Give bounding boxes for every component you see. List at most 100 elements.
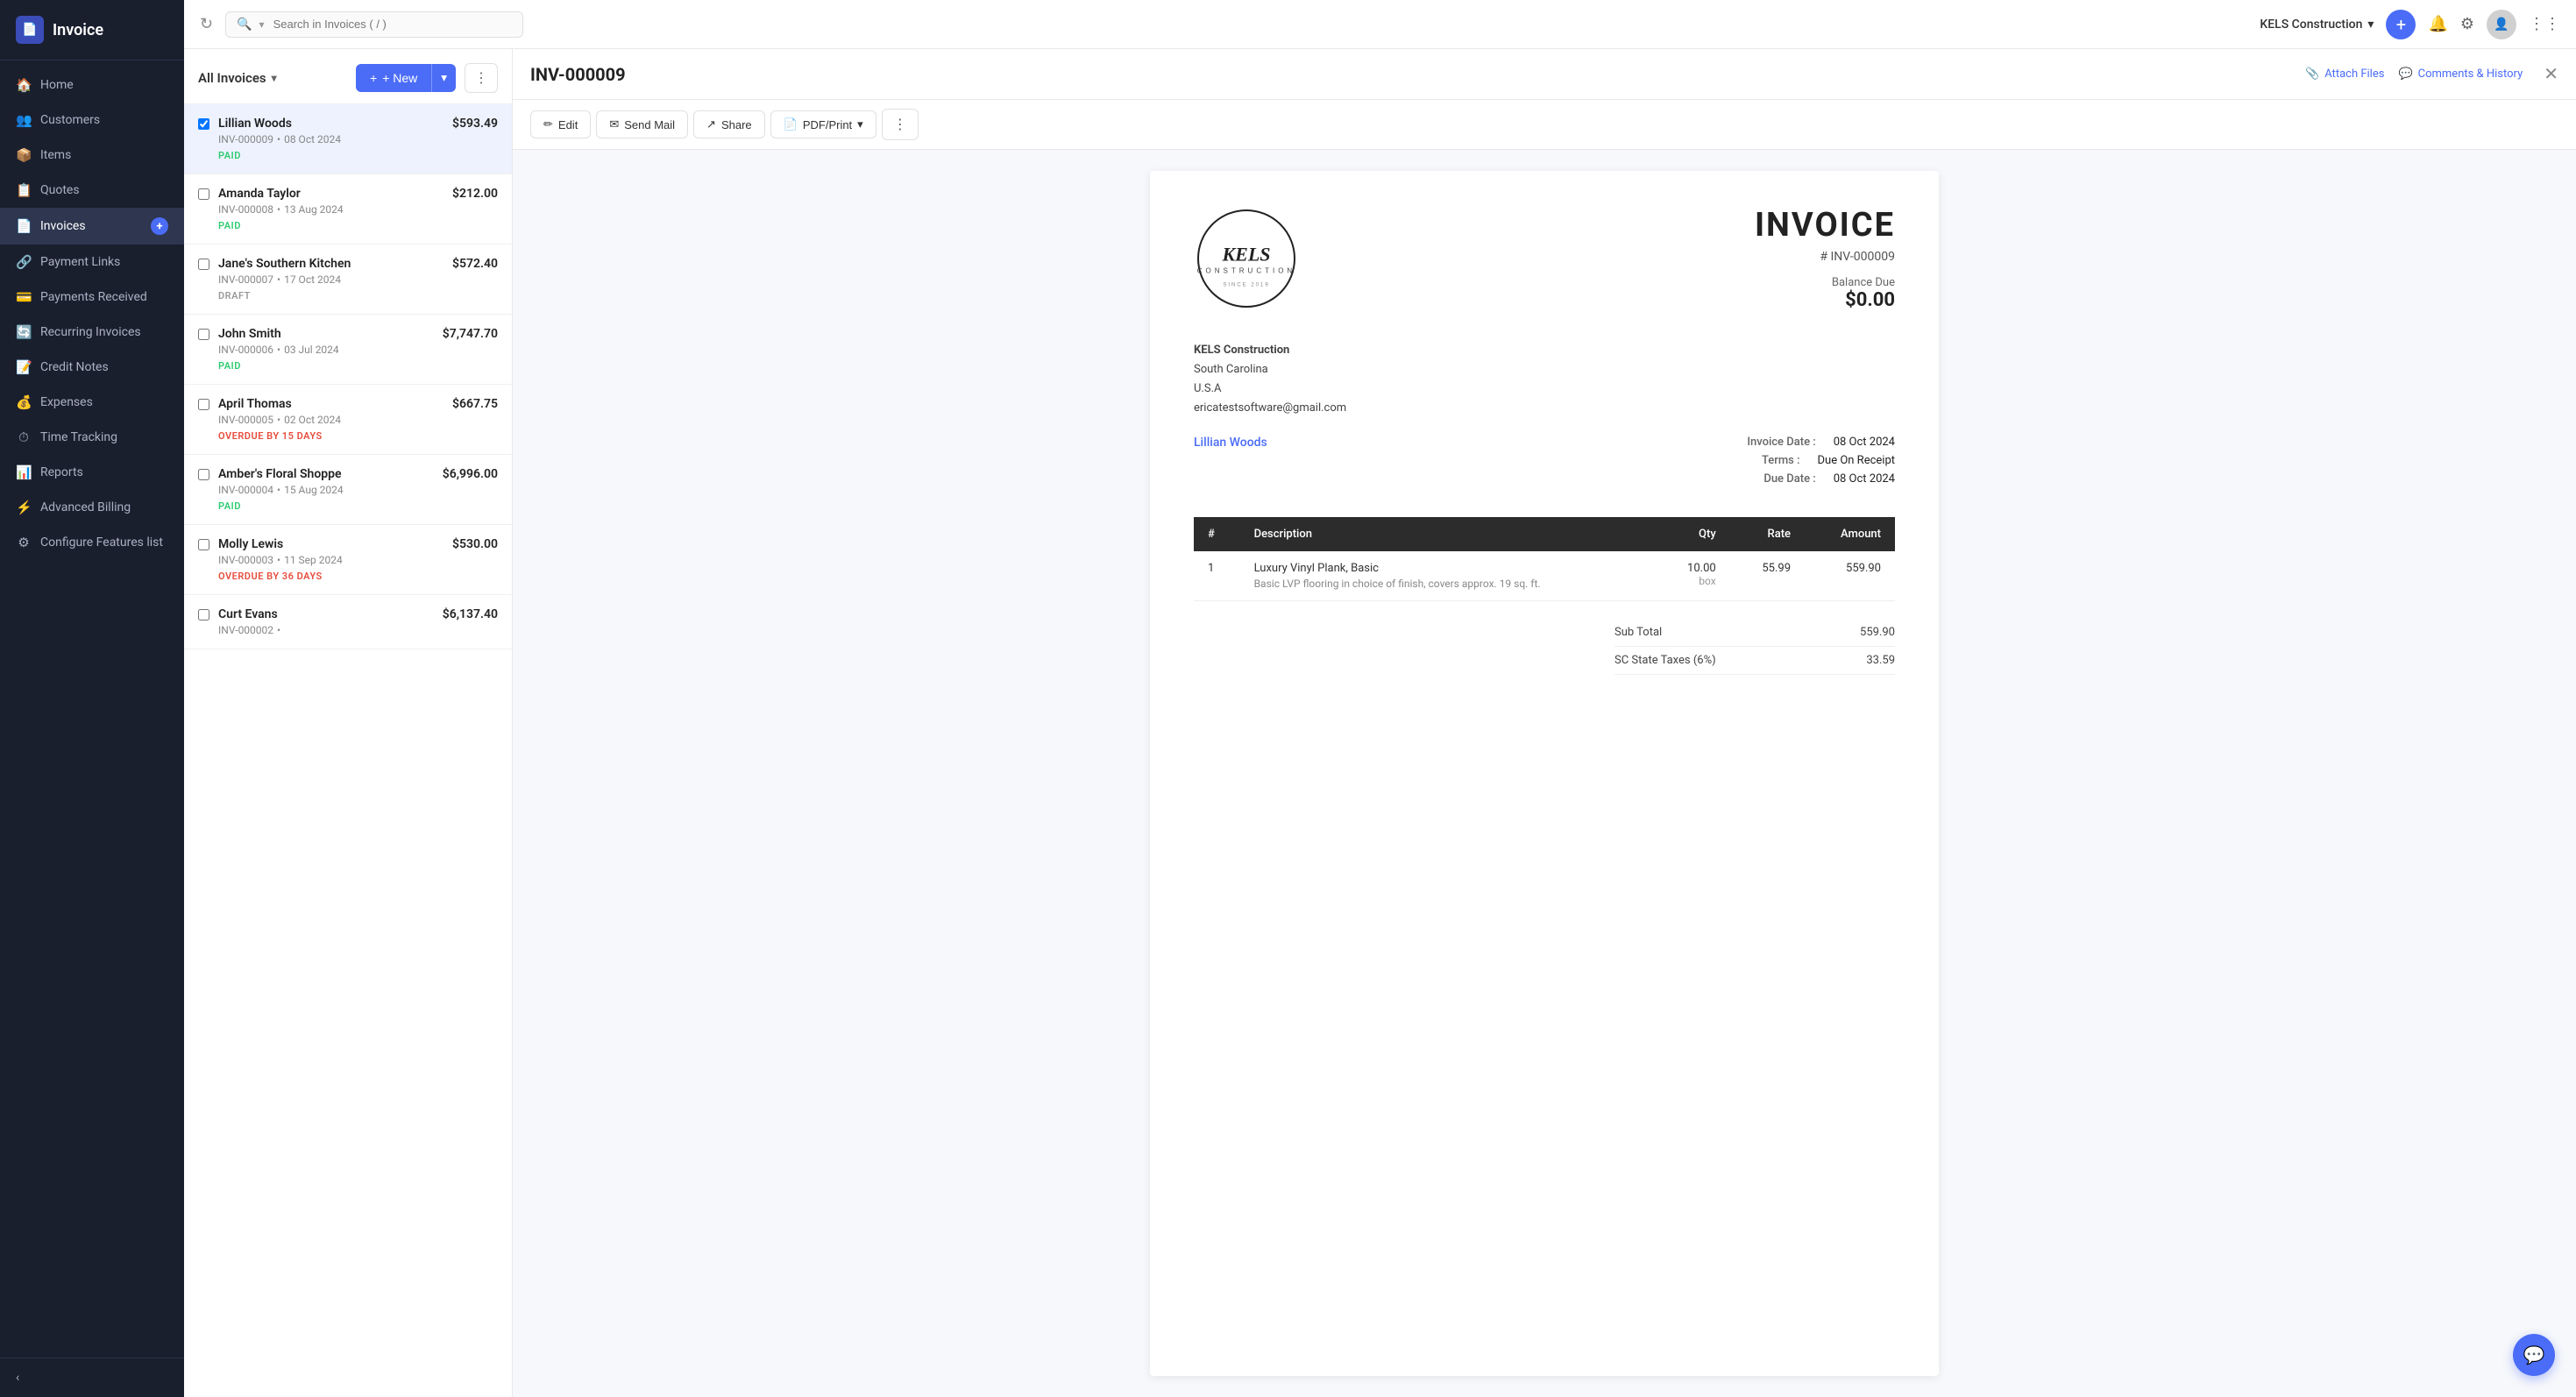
sidebar-icon-recurring-invoices: 🔄 — [16, 324, 32, 340]
invoice-date-value: 08 Oct 2024 — [1834, 436, 1895, 449]
edit-label: Edit — [558, 118, 578, 131]
filter-selector[interactable]: All Invoices ▾ — [198, 70, 277, 86]
share-btn[interactable]: ↗ Share — [693, 110, 765, 138]
customer-link[interactable]: Lillian Woods — [1194, 436, 1267, 450]
edit-btn[interactable]: ✏ Edit — [530, 110, 591, 138]
from-state: South Carolina — [1194, 360, 1895, 379]
svg-text:CONSTRUCTION: CONSTRUCTION — [1197, 267, 1295, 275]
sidebar-item-advanced-billing[interactable]: ⚡ Advanced Billing — [0, 490, 184, 525]
share-label: Share — [721, 118, 752, 131]
toolbar-more-btn[interactable]: ⋮ — [882, 109, 919, 140]
sidebar-item-recurring-invoices[interactable]: 🔄 Recurring Invoices — [0, 315, 184, 350]
item-description: Luxury Vinyl Plank, Basic Basic LVP floo… — [1240, 551, 1656, 601]
pdf-print-label: PDF/Print — [803, 118, 852, 131]
chat-btn[interactable]: 💬 — [2513, 1334, 2555, 1376]
doc-from: KELS Construction South Carolina U.S.A e… — [1194, 341, 1895, 418]
settings-icon[interactable]: ⚙ — [2460, 15, 2474, 33]
invoice-checkbox[interactable] — [198, 609, 209, 620]
search-icon: 🔍 — [237, 18, 252, 32]
search-bar[interactable]: 🔍 ▾ — [225, 11, 523, 38]
search-filter-icon[interactable]: ▾ — [259, 18, 265, 31]
sidebar-item-reports[interactable]: 📊 Reports — [0, 455, 184, 490]
invoice-amount: $7,747.70 — [443, 327, 498, 341]
sidebar-icon-home: 🏠 — [16, 77, 32, 93]
balance-due-label: Balance Due — [1755, 276, 1895, 289]
invoice-list-item[interactable]: April Thomas INV-000005•02 Oct 2024 OVER… — [184, 385, 512, 455]
svg-text:KELS: KELS — [1221, 244, 1270, 266]
svg-text:SINCE 2019: SINCE 2019 — [1223, 283, 1269, 288]
detail-close-btn[interactable]: ✕ — [2544, 63, 2558, 85]
invoice-list-item[interactable]: John Smith INV-000006•03 Jul 2024 PAID $… — [184, 315, 512, 385]
add-invoice-btn[interactable]: + — [151, 217, 168, 235]
terms-row: Terms : Due On Receipt — [1747, 454, 1895, 467]
new-invoice-dropdown-btn[interactable]: ▾ — [431, 64, 456, 92]
refresh-icon[interactable]: ↻ — [200, 15, 213, 33]
sidebar-item-time-tracking[interactable]: ⏱ Time Tracking — [0, 420, 184, 455]
invoice-checkbox[interactable] — [198, 329, 209, 340]
user-avatar[interactable]: 👤 — [2487, 10, 2516, 39]
new-invoice-main-btn[interactable]: + + New — [356, 64, 431, 92]
sidebar-label-items: Items — [40, 148, 71, 162]
invoice-status: PAID — [218, 360, 434, 372]
invoice-meta: INV-000009•08 Oct 2024 — [218, 133, 444, 145]
pdf-print-btn[interactable]: 📄 PDF/Print ▾ — [770, 110, 876, 138]
sidebar-collapse-btn[interactable]: ‹ — [0, 1358, 184, 1397]
invoice-checkbox[interactable] — [198, 469, 209, 480]
create-new-btn[interactable]: + — [2386, 10, 2416, 39]
detail-header-actions: 📎 Attach Files 💬 Comments & History ✕ — [2305, 63, 2558, 85]
sidebar-item-invoices[interactable]: 📄 Invoices + — [0, 208, 184, 245]
invoice-customer: Jane's Southern Kitchen — [218, 257, 444, 271]
paperclip-icon: 📎 — [2305, 67, 2319, 81]
invoice-checkbox[interactable] — [198, 188, 209, 200]
mail-icon: ✉ — [609, 117, 619, 131]
sidebar-item-payments-received[interactable]: 💳 Payments Received — [0, 280, 184, 315]
grid-menu-icon[interactable]: ⋮⋮ — [2529, 15, 2560, 33]
bell-icon[interactable]: 🔔 — [2428, 15, 2447, 33]
sidebar-item-expenses[interactable]: 💰 Expenses — [0, 385, 184, 420]
invoice-amount: $6,137.40 — [443, 607, 498, 621]
invoice-checkbox[interactable] — [198, 118, 209, 130]
send-mail-btn[interactable]: ✉ Send Mail — [596, 110, 688, 138]
sidebar-item-credit-notes[interactable]: 📝 Credit Notes — [0, 350, 184, 385]
sidebar-item-configure[interactable]: ⚙ Configure Features list — [0, 525, 184, 560]
col-description: Description — [1240, 517, 1656, 551]
tax-value: 33.59 — [1866, 654, 1895, 667]
invoice-list-item[interactable]: Jane's Southern Kitchen INV-000007•17 Oc… — [184, 245, 512, 315]
invoice-list-item[interactable]: Molly Lewis INV-000003•11 Sep 2024 OVERD… — [184, 525, 512, 595]
sidebar-label-configure: Configure Features list — [40, 535, 163, 550]
sidebar-item-home[interactable]: 🏠 Home — [0, 67, 184, 103]
search-input[interactable] — [273, 18, 513, 31]
attach-files-link[interactable]: 📎 Attach Files — [2305, 67, 2384, 81]
invoice-list-item[interactable]: Lillian Woods INV-000009•08 Oct 2024 PAI… — [184, 104, 512, 174]
doc-invoice-title: INVOICE — [1755, 206, 1895, 245]
invoice-customer: Amber's Floral Shoppe — [218, 467, 434, 481]
sidebar-label-quotes: Quotes — [40, 183, 80, 197]
pdf-icon: 📄 — [784, 117, 798, 131]
invoice-list-item[interactable]: Amber's Floral Shoppe INV-000004•15 Aug … — [184, 455, 512, 525]
invoice-meta: INV-000006•03 Jul 2024 — [218, 344, 434, 356]
invoice-items-list: Lillian Woods INV-000009•08 Oct 2024 PAI… — [184, 104, 512, 1397]
invoice-list-item[interactable]: Amanda Taylor INV-000008•13 Aug 2024 PAI… — [184, 174, 512, 245]
sidebar-item-payment-links[interactable]: 🔗 Payment Links — [0, 245, 184, 280]
invoice-checkbox[interactable] — [198, 259, 209, 270]
sidebar-icon-advanced-billing: ⚡ — [16, 500, 32, 515]
company-selector[interactable]: KELS Construction ▾ — [2260, 18, 2374, 32]
sidebar-label-payment-links: Payment Links — [40, 255, 120, 269]
sidebar-nav: 🏠 Home 👥 Customers 📦 Items 📋 Quotes 📄 In… — [0, 60, 184, 1358]
list-more-btn[interactable]: ⋮ — [465, 63, 498, 93]
sidebar-item-quotes[interactable]: 📋 Quotes — [0, 173, 184, 208]
plus-icon: + — [370, 71, 377, 85]
invoice-status: OVERDUE BY 36 DAYS — [218, 571, 444, 582]
comments-history-link[interactable]: 💬 Comments & History — [2398, 67, 2523, 81]
terms-value: Due On Receipt — [1818, 454, 1895, 467]
due-date-value: 08 Oct 2024 — [1834, 472, 1895, 486]
sidebar-item-customers[interactable]: 👥 Customers — [0, 103, 184, 138]
invoice-checkbox[interactable] — [198, 399, 209, 410]
invoice-status: OVERDUE BY 15 DAYS — [218, 430, 444, 442]
sidebar-label-time-tracking: Time Tracking — [40, 430, 117, 444]
invoice-checkbox[interactable] — [198, 539, 209, 550]
detail-header: INV-000009 📎 Attach Files 💬 Comments & H… — [513, 49, 2576, 100]
invoice-list-item[interactable]: Curt Evans INV-000002• $6,137.40 — [184, 595, 512, 649]
comment-icon: 💬 — [2398, 67, 2412, 81]
sidebar-item-items[interactable]: 📦 Items — [0, 138, 184, 173]
